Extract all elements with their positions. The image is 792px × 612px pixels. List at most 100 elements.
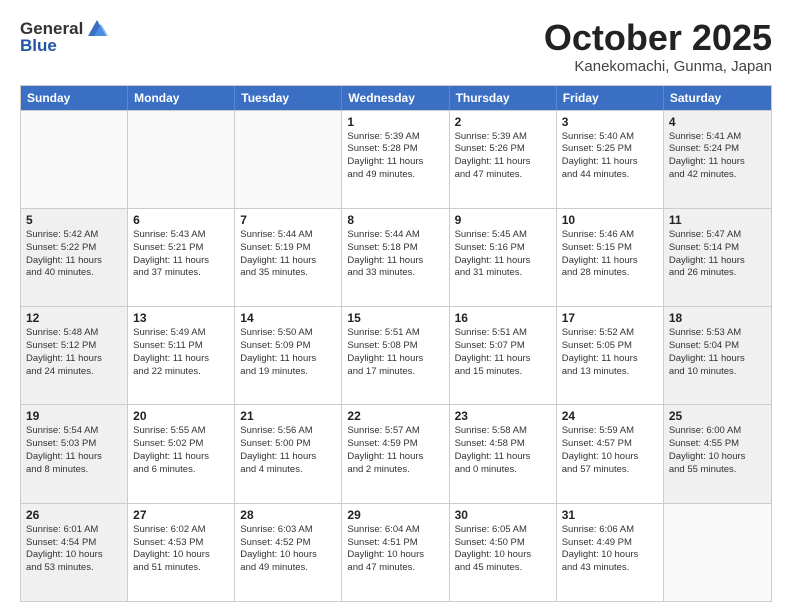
day-info: Sunrise: 5:47 AM Sunset: 5:14 PM Dayligh… <box>669 229 766 280</box>
day-info: Sunrise: 5:54 AM Sunset: 5:03 PM Dayligh… <box>26 425 122 476</box>
day-number: 26 <box>26 508 122 522</box>
calendar: SundayMondayTuesdayWednesdayThursdayFrid… <box>20 85 772 602</box>
day-info: Sunrise: 6:06 AM Sunset: 4:49 PM Dayligh… <box>562 524 658 575</box>
calendar-cell: 21 Sunrise: 5:56 AM Sunset: 5:00 PM Dayli… <box>235 405 342 502</box>
calendar-cell: 14 Sunrise: 5:50 AM Sunset: 5:09 PM Dayli… <box>235 307 342 404</box>
month-title: October 2025 <box>544 18 772 58</box>
day-info: Sunrise: 5:46 AM Sunset: 5:15 PM Dayligh… <box>562 229 658 280</box>
calendar-cell: 2Sunrise: 5:39 AM Sunset: 5:26 PM Daylig… <box>450 111 557 208</box>
weekday-header: Monday <box>128 86 235 110</box>
calendar-cell: 3Sunrise: 5:40 AM Sunset: 5:25 PM Daylig… <box>557 111 664 208</box>
calendar-week: 26Sunrise: 6:01 AM Sunset: 4:54 PM Dayli… <box>21 503 771 601</box>
day-info: Sunrise: 5:39 AM Sunset: 5:26 PM Dayligh… <box>455 131 551 182</box>
calendar-cell: 8 Sunrise: 5:44 AM Sunset: 5:18 PM Daylig… <box>342 209 449 306</box>
calendar-cell: 24 Sunrise: 5:59 AM Sunset: 4:57 PM Dayli… <box>557 405 664 502</box>
calendar-cell: 1 Sunrise: 5:39 AM Sunset: 5:28 PM Daylig… <box>342 111 449 208</box>
logo-blue: Blue <box>20 36 57 56</box>
day-info: Sunrise: 5:43 AM Sunset: 5:21 PM Dayligh… <box>133 229 229 280</box>
calendar-cell: 12 Sunrise: 5:48 AM Sunset: 5:12 PM Dayli… <box>21 307 128 404</box>
calendar-cell: 31 Sunrise: 6:06 AM Sunset: 4:49 PM Dayli… <box>557 504 664 601</box>
day-number: 9 <box>455 213 551 227</box>
day-info: Sunrise: 5:52 AM Sunset: 5:05 PM Dayligh… <box>562 327 658 378</box>
calendar-cell: 29 Sunrise: 6:04 AM Sunset: 4:51 PM Dayli… <box>342 504 449 601</box>
calendar-cell <box>664 504 771 601</box>
calendar-cell: 15Sunrise: 5:51 AM Sunset: 5:08 PM Dayli… <box>342 307 449 404</box>
calendar-cell: 26Sunrise: 6:01 AM Sunset: 4:54 PM Dayli… <box>21 504 128 601</box>
day-number: 27 <box>133 508 229 522</box>
weekday-header: Saturday <box>664 86 771 110</box>
day-number: 21 <box>240 409 336 423</box>
calendar-cell: 23Sunrise: 5:58 AM Sunset: 4:58 PM Dayli… <box>450 405 557 502</box>
day-info: Sunrise: 5:45 AM Sunset: 5:16 PM Dayligh… <box>455 229 551 280</box>
calendar-cell: 4 Sunrise: 5:41 AM Sunset: 5:24 PM Daylig… <box>664 111 771 208</box>
day-number: 18 <box>669 311 766 325</box>
day-number: 1 <box>347 115 443 129</box>
location-subtitle: Kanekomachi, Gunma, Japan <box>544 58 772 75</box>
calendar-cell: 13Sunrise: 5:49 AM Sunset: 5:11 PM Dayli… <box>128 307 235 404</box>
day-info: Sunrise: 6:02 AM Sunset: 4:53 PM Dayligh… <box>133 524 229 575</box>
calendar-cell: 10 Sunrise: 5:46 AM Sunset: 5:15 PM Dayli… <box>557 209 664 306</box>
day-info: Sunrise: 5:39 AM Sunset: 5:28 PM Dayligh… <box>347 131 443 182</box>
day-info: Sunrise: 5:41 AM Sunset: 5:24 PM Dayligh… <box>669 131 766 182</box>
weekday-header: Tuesday <box>235 86 342 110</box>
weekday-header: Sunday <box>21 86 128 110</box>
calendar-week: 5Sunrise: 5:42 AM Sunset: 5:22 PM Daylig… <box>21 208 771 306</box>
day-number: 29 <box>347 508 443 522</box>
calendar-cell: 17 Sunrise: 5:52 AM Sunset: 5:05 PM Dayli… <box>557 307 664 404</box>
day-number: 14 <box>240 311 336 325</box>
day-number: 12 <box>26 311 122 325</box>
calendar-cell: 30Sunrise: 6:05 AM Sunset: 4:50 PM Dayli… <box>450 504 557 601</box>
day-number: 8 <box>347 213 443 227</box>
day-number: 31 <box>562 508 658 522</box>
day-info: Sunrise: 5:56 AM Sunset: 5:00 PM Dayligh… <box>240 425 336 476</box>
calendar-cell: 28 Sunrise: 6:03 AM Sunset: 4:52 PM Dayli… <box>235 504 342 601</box>
calendar-cell <box>235 111 342 208</box>
day-info: Sunrise: 5:48 AM Sunset: 5:12 PM Dayligh… <box>26 327 122 378</box>
day-number: 7 <box>240 213 336 227</box>
weekday-header: Thursday <box>450 86 557 110</box>
day-number: 25 <box>669 409 766 423</box>
calendar-cell: 9 Sunrise: 5:45 AM Sunset: 5:16 PM Daylig… <box>450 209 557 306</box>
calendar-cell: 5Sunrise: 5:42 AM Sunset: 5:22 PM Daylig… <box>21 209 128 306</box>
day-info: Sunrise: 5:59 AM Sunset: 4:57 PM Dayligh… <box>562 425 658 476</box>
day-number: 4 <box>669 115 766 129</box>
day-number: 16 <box>455 311 551 325</box>
calendar-cell: 7 Sunrise: 5:44 AM Sunset: 5:19 PM Daylig… <box>235 209 342 306</box>
day-info: Sunrise: 6:04 AM Sunset: 4:51 PM Dayligh… <box>347 524 443 575</box>
calendar-cell: 22 Sunrise: 5:57 AM Sunset: 4:59 PM Dayli… <box>342 405 449 502</box>
calendar-cell: 19 Sunrise: 5:54 AM Sunset: 5:03 PM Dayli… <box>21 405 128 502</box>
calendar-cell <box>128 111 235 208</box>
calendar-header: SundayMondayTuesdayWednesdayThursdayFrid… <box>21 86 771 110</box>
day-number: 19 <box>26 409 122 423</box>
day-number: 11 <box>669 213 766 227</box>
calendar-cell: 27 Sunrise: 6:02 AM Sunset: 4:53 PM Dayli… <box>128 504 235 601</box>
day-number: 17 <box>562 311 658 325</box>
calendar-week: 19 Sunrise: 5:54 AM Sunset: 5:03 PM Dayli… <box>21 404 771 502</box>
day-info: Sunrise: 6:00 AM Sunset: 4:55 PM Dayligh… <box>669 425 766 476</box>
calendar-cell: 18Sunrise: 5:53 AM Sunset: 5:04 PM Dayli… <box>664 307 771 404</box>
day-info: Sunrise: 5:44 AM Sunset: 5:19 PM Dayligh… <box>240 229 336 280</box>
calendar-cell: 6Sunrise: 5:43 AM Sunset: 5:21 PM Daylig… <box>128 209 235 306</box>
day-number: 24 <box>562 409 658 423</box>
day-info: Sunrise: 5:44 AM Sunset: 5:18 PM Dayligh… <box>347 229 443 280</box>
day-number: 20 <box>133 409 229 423</box>
day-number: 30 <box>455 508 551 522</box>
calendar-body: 1 Sunrise: 5:39 AM Sunset: 5:28 PM Daylig… <box>21 110 771 601</box>
day-info: Sunrise: 5:57 AM Sunset: 4:59 PM Dayligh… <box>347 425 443 476</box>
day-info: Sunrise: 5:50 AM Sunset: 5:09 PM Dayligh… <box>240 327 336 378</box>
page: General Blue October 2025 Kanekomachi, G… <box>0 0 792 612</box>
day-number: 23 <box>455 409 551 423</box>
day-info: Sunrise: 5:51 AM Sunset: 5:07 PM Dayligh… <box>455 327 551 378</box>
day-info: Sunrise: 6:03 AM Sunset: 4:52 PM Dayligh… <box>240 524 336 575</box>
day-number: 10 <box>562 213 658 227</box>
day-number: 3 <box>562 115 658 129</box>
day-number: 28 <box>240 508 336 522</box>
day-info: Sunrise: 5:42 AM Sunset: 5:22 PM Dayligh… <box>26 229 122 280</box>
calendar-cell: 11 Sunrise: 5:47 AM Sunset: 5:14 PM Dayli… <box>664 209 771 306</box>
calendar-cell <box>21 111 128 208</box>
title-block: October 2025 Kanekomachi, Gunma, Japan <box>544 18 772 75</box>
calendar-cell: 20Sunrise: 5:55 AM Sunset: 5:02 PM Dayli… <box>128 405 235 502</box>
weekday-header: Wednesday <box>342 86 449 110</box>
day-number: 22 <box>347 409 443 423</box>
weekday-header: Friday <box>557 86 664 110</box>
